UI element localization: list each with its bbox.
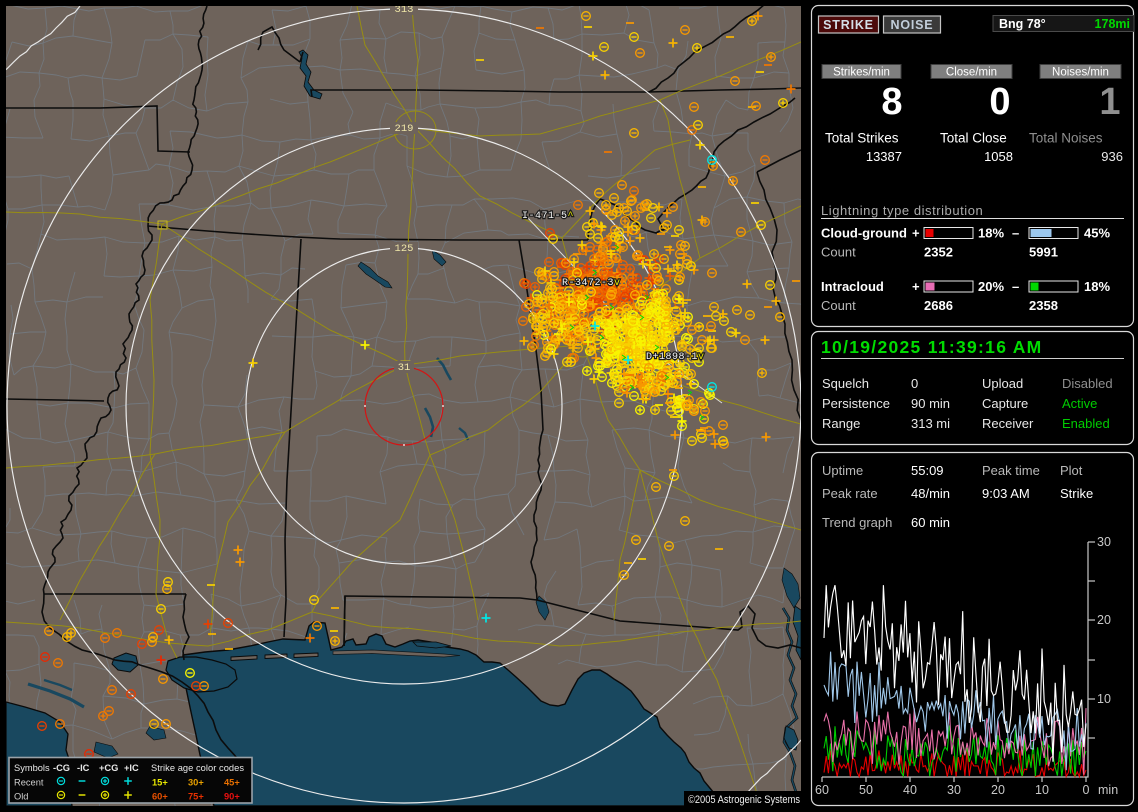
svg-text:8: 8	[881, 81, 902, 123]
svg-text:20: 20	[991, 783, 1005, 797]
svg-text:0: 0	[911, 376, 918, 391]
svg-text:40: 40	[903, 783, 917, 797]
svg-text:Strikes/min: Strikes/min	[833, 67, 890, 79]
svg-text:Active: Active	[1062, 396, 1097, 411]
svg-text:20%: 20%	[978, 279, 1004, 294]
svg-text:–: –	[1012, 226, 1019, 241]
svg-text:30+: 30+	[188, 778, 204, 788]
svg-text:313 mi: 313 mi	[911, 416, 950, 431]
svg-text:Enabled: Enabled	[1062, 416, 1110, 431]
svg-text:Close/min: Close/min	[946, 67, 997, 79]
svg-text:2358: 2358	[1029, 298, 1058, 313]
svg-text:min: min	[1098, 783, 1118, 797]
svg-text:0: 0	[989, 81, 1010, 123]
svg-text:45+: 45+	[224, 778, 240, 788]
svg-text:+: +	[912, 279, 920, 294]
svg-text:9:03 AM: 9:03 AM	[982, 486, 1030, 501]
svg-text:Noises/min: Noises/min	[1052, 67, 1109, 79]
svg-text:-IC: -IC	[77, 763, 90, 773]
svg-text:60+: 60+	[152, 792, 168, 802]
svg-text:Bng 78°: Bng 78°	[999, 17, 1046, 31]
svg-text:90 min: 90 min	[911, 396, 950, 411]
svg-text:–: –	[1012, 279, 1019, 294]
svg-text:30: 30	[947, 783, 961, 797]
svg-text:10: 10	[1035, 783, 1049, 797]
svg-text:Count: Count	[821, 245, 856, 260]
svg-text:Disabled: Disabled	[1062, 376, 1113, 391]
svg-text:2352: 2352	[924, 245, 953, 260]
svg-text:60 min: 60 min	[911, 515, 950, 530]
svg-text:18%: 18%	[978, 226, 1004, 241]
svg-text:-CG: -CG	[53, 763, 70, 773]
svg-text:Recent: Recent	[14, 778, 44, 788]
svg-text:Peak time: Peak time	[982, 463, 1040, 478]
svg-text:+IC: +IC	[124, 763, 139, 773]
svg-text:Cloud-ground: Cloud-ground	[821, 226, 907, 241]
svg-text:10: 10	[1097, 692, 1111, 706]
svg-text:90+: 90+	[224, 792, 240, 802]
svg-text:1058: 1058	[984, 149, 1013, 164]
svg-text:0: 0	[1083, 783, 1090, 797]
svg-text:Persistence: Persistence	[822, 396, 890, 411]
svg-text:13387: 13387	[866, 149, 902, 164]
svg-text:Old: Old	[14, 792, 28, 802]
svg-text:Capture: Capture	[982, 396, 1028, 411]
svg-text:Count: Count	[821, 298, 856, 313]
svg-text:Total Close: Total Close	[940, 131, 1007, 146]
svg-text:Symbols: Symbols	[14, 763, 50, 773]
svg-text:10/19/2025 11:39:16 AM: 10/19/2025 11:39:16 AM	[821, 337, 1043, 357]
svg-text:2686: 2686	[924, 298, 953, 313]
svg-text:Strike age color codes: Strike age color codes	[151, 763, 244, 773]
svg-text:R-3472-3v: R-3472-3v	[562, 278, 621, 289]
svg-text:5991: 5991	[1029, 245, 1058, 260]
svg-text:©2005 Astrogenic Systems: ©2005 Astrogenic Systems	[688, 794, 800, 806]
svg-text:936: 936	[1101, 149, 1123, 164]
svg-text:Strike: Strike	[1060, 486, 1093, 501]
svg-text:20: 20	[1097, 613, 1111, 627]
svg-text:Intracloud: Intracloud	[821, 279, 884, 294]
svg-text:15+: 15+	[152, 778, 168, 788]
svg-text:48/min: 48/min	[911, 486, 950, 501]
svg-text:Lightning type distribution: Lightning type distribution	[821, 203, 983, 218]
svg-text:+: +	[912, 226, 920, 241]
svg-text:45%: 45%	[1084, 226, 1110, 241]
svg-text:Total Strikes: Total Strikes	[825, 131, 899, 146]
svg-text:Peak rate: Peak rate	[822, 486, 878, 501]
svg-text:178mi: 178mi	[1095, 17, 1130, 31]
svg-text:31: 31	[398, 362, 411, 374]
svg-text:30: 30	[1097, 535, 1111, 549]
svg-text:Upload: Upload	[982, 376, 1023, 391]
svg-text:D+1898-1v: D+1898-1v	[646, 352, 705, 363]
svg-text:50: 50	[859, 783, 873, 797]
svg-text:Uptime: Uptime	[822, 463, 863, 478]
svg-text:219: 219	[395, 123, 414, 135]
svg-text:1: 1	[1099, 81, 1120, 123]
svg-text:125: 125	[395, 243, 414, 255]
svg-text:+CG: +CG	[99, 763, 118, 773]
svg-text:60: 60	[815, 783, 829, 797]
svg-text:Squelch: Squelch	[822, 376, 869, 391]
svg-text:Plot: Plot	[1060, 463, 1083, 478]
svg-text:Range: Range	[822, 416, 860, 431]
svg-text:STRIKE: STRIKE	[823, 18, 874, 32]
svg-text:NOISE: NOISE	[891, 18, 934, 32]
svg-text:75+: 75+	[188, 792, 204, 802]
svg-text:Trend graph: Trend graph	[822, 515, 892, 530]
svg-text:18%: 18%	[1084, 279, 1110, 294]
svg-text:Total Noises: Total Noises	[1029, 131, 1103, 146]
svg-text:55:09: 55:09	[911, 463, 944, 478]
svg-text:Receiver: Receiver	[982, 416, 1034, 431]
svg-text:I-471-5^: I-471-5^	[522, 211, 574, 222]
